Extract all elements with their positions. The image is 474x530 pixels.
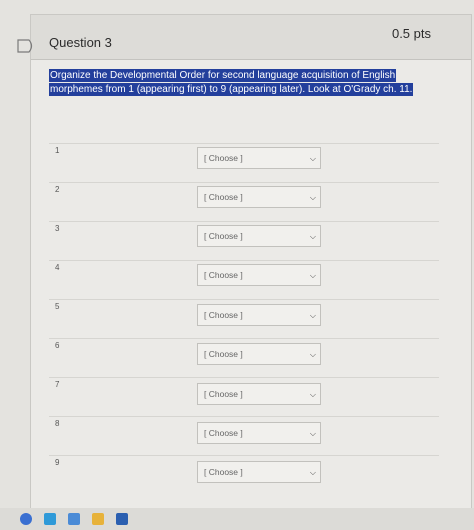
answer-row: 2 [ Choose ] ⌵ (49, 182, 439, 221)
question-header: Question 3 0.5 pts (17, 15, 471, 60)
app-icon[interactable] (20, 513, 32, 525)
choose-select[interactable]: [ Choose ] ⌵ (197, 343, 321, 365)
row-number: 2 (55, 185, 60, 194)
choose-select[interactable]: [ Choose ] ⌵ (197, 225, 321, 247)
answer-row: 3 [ Choose ] ⌵ (49, 221, 439, 260)
app-icon[interactable] (116, 513, 128, 525)
chevron-down-icon: ⌵ (309, 350, 316, 359)
select-value: [ Choose ] (204, 428, 243, 438)
row-number: 7 (55, 380, 60, 389)
select-value: [ Choose ] (204, 467, 243, 477)
answer-row: 9 [ Choose ] ⌵ (49, 455, 439, 494)
answer-row: 8 [ Choose ] ⌵ (49, 416, 439, 455)
app-icon[interactable] (44, 513, 56, 525)
select-value: [ Choose ] (204, 270, 243, 280)
chevron-down-icon: ⌵ (309, 468, 316, 477)
question-points: 0.5 pts (391, 26, 431, 41)
row-number: 6 (55, 341, 60, 350)
answer-row: 6 [ Choose ] ⌵ (49, 338, 439, 377)
select-value: [ Choose ] (204, 389, 243, 399)
row-number: 4 (55, 263, 60, 272)
question-title: Question 3 (49, 35, 112, 50)
row-number: 1 (55, 146, 60, 155)
chevron-down-icon: ⌵ (309, 154, 316, 163)
row-number: 3 (55, 224, 60, 233)
choose-select[interactable]: [ Choose ] ⌵ (197, 422, 321, 444)
question-prompt: Organize the Developmental Order for sec… (49, 69, 421, 97)
choose-select[interactable]: [ Choose ] ⌵ (197, 147, 321, 169)
select-value: [ Choose ] (204, 231, 243, 241)
choose-select[interactable]: [ Choose ] ⌵ (197, 186, 321, 208)
choose-select[interactable]: [ Choose ] ⌵ (197, 461, 321, 483)
choose-select[interactable]: [ Choose ] ⌵ (197, 383, 321, 405)
choose-select[interactable]: [ Choose ] ⌵ (197, 304, 321, 326)
chevron-down-icon: ⌵ (309, 429, 316, 438)
choose-select[interactable]: [ Choose ] ⌵ (197, 264, 321, 286)
chevron-down-icon: ⌵ (309, 390, 316, 399)
app-icon[interactable] (68, 513, 80, 525)
select-value: [ Choose ] (204, 192, 243, 202)
select-value: [ Choose ] (204, 349, 243, 359)
chevron-down-icon: ⌵ (309, 232, 316, 241)
row-number: 9 (55, 458, 60, 467)
answer-row: 5 [ Choose ] ⌵ (49, 299, 439, 338)
chevron-down-icon: ⌵ (309, 311, 316, 320)
row-number: 5 (55, 302, 60, 311)
row-number: 8 (55, 419, 60, 428)
question-prompt-text: Organize the Developmental Order for sec… (49, 69, 414, 96)
select-value: [ Choose ] (204, 310, 243, 320)
answer-row: 1 [ Choose ] ⌵ (49, 143, 439, 182)
chevron-down-icon: ⌵ (309, 193, 316, 202)
folder-icon[interactable] (92, 513, 104, 525)
chevron-down-icon: ⌵ (309, 271, 316, 280)
select-value: [ Choose ] (204, 153, 243, 163)
answer-row: 7 [ Choose ] ⌵ (49, 377, 439, 416)
taskbar (0, 508, 474, 530)
answer-row: 4 [ Choose ] ⌵ (49, 260, 439, 299)
flag-icon[interactable] (17, 39, 35, 53)
question-card: Question 3 0.5 pts Organize the Developm… (17, 14, 472, 516)
